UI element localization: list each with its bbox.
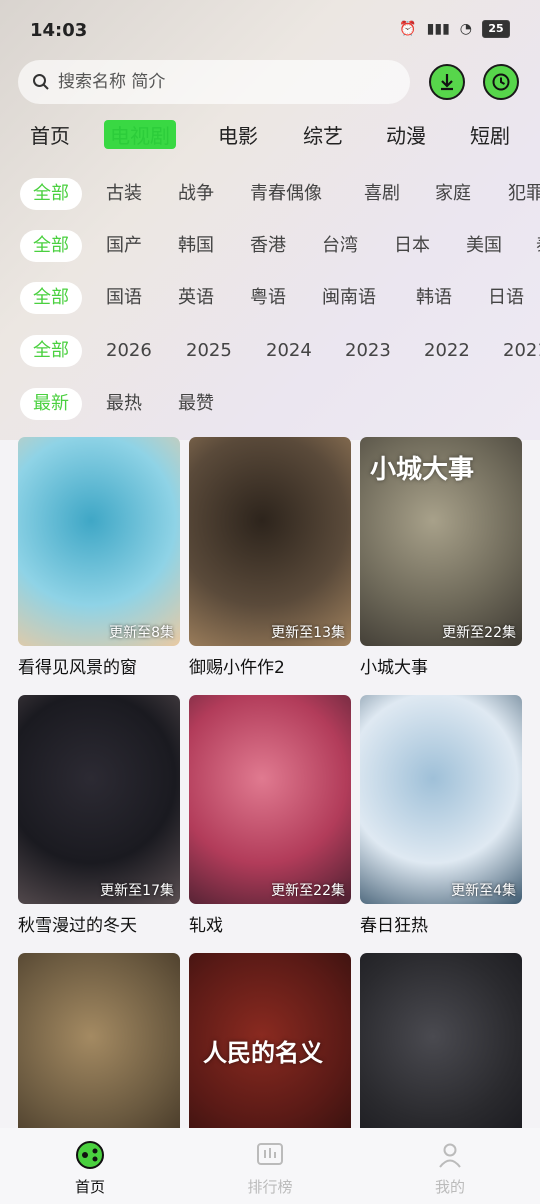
language-chip[interactable]: 英语 bbox=[178, 282, 214, 314]
language-chip[interactable]: 全部 bbox=[20, 282, 82, 314]
poster-title-art: 小城大事 bbox=[370, 455, 475, 485]
profile-icon bbox=[439, 1143, 461, 1168]
year-chip[interactable]: 2022 bbox=[424, 335, 470, 367]
alarm-icon: ⏰ bbox=[399, 21, 417, 37]
year-chip[interactable]: 2025 bbox=[186, 335, 232, 367]
signal-icon: ▮▮▮ bbox=[426, 21, 450, 37]
language-chip[interactable]: 日语 bbox=[488, 282, 524, 314]
region-chip[interactable]: 日本 bbox=[394, 230, 430, 262]
show-poster[interactable]: 小城大事 更新至22集 bbox=[360, 437, 522, 646]
status-icons: ⏰ ▮▮▮ ◔ 25 bbox=[399, 20, 510, 38]
tab-tv-series[interactable]: 电视剧 bbox=[104, 120, 176, 149]
show-card[interactable]: 更新至17集 秋雪漫过的冬天 bbox=[18, 695, 180, 936]
show-card[interactable]: 更新至22集 轧戏 bbox=[189, 695, 351, 936]
year-filter: 全部 2026 2025 2024 2023 2022 2021 bbox=[0, 331, 540, 371]
genre-chip[interactable]: 战争 bbox=[178, 178, 214, 210]
download-icon bbox=[441, 74, 453, 91]
status-bar: 14:03 ⏰ ▮▮▮ ◔ 25 bbox=[0, 0, 540, 60]
genre-chip[interactable]: 家庭 bbox=[435, 178, 471, 210]
show-card[interactable]: 更新至4集 春日狂热 bbox=[360, 695, 522, 936]
region-filter: 全部 国产 韩国 香港 台湾 日本 美国 泰 bbox=[0, 226, 540, 266]
region-chip[interactable]: 全部 bbox=[20, 230, 82, 262]
episode-badge: 更新至4集 bbox=[451, 883, 516, 899]
show-poster[interactable]: 更新至17集 bbox=[18, 695, 180, 904]
home-icon bbox=[76, 1141, 104, 1169]
year-chip[interactable]: 2021 bbox=[503, 335, 540, 367]
tab-movies[interactable]: 电影 bbox=[218, 120, 258, 149]
region-chip[interactable]: 香港 bbox=[250, 230, 286, 262]
show-card[interactable]: 更新至8集 看得见风景的窗 bbox=[18, 437, 180, 678]
show-title[interactable]: 小城大事 bbox=[360, 653, 522, 678]
show-poster[interactable]: 更新至22集 bbox=[189, 695, 351, 904]
year-chip[interactable]: 2023 bbox=[345, 335, 391, 367]
show-poster[interactable]: 更新至13集 bbox=[189, 437, 351, 646]
language-chip[interactable]: 国语 bbox=[106, 282, 142, 314]
tab-home[interactable]: 首页 bbox=[30, 120, 70, 149]
sort-chip[interactable]: 最热 bbox=[106, 388, 142, 420]
sort-chip[interactable]: 最赞 bbox=[178, 388, 214, 420]
nav-home[interactable]: 首页 bbox=[35, 1140, 145, 1197]
search-input[interactable] bbox=[56, 71, 380, 93]
search-icon bbox=[33, 74, 49, 90]
bottom-nav: 首页 排行榜 我的 bbox=[0, 1128, 540, 1204]
region-chip[interactable]: 韩国 bbox=[178, 230, 214, 262]
show-title[interactable]: 轧戏 bbox=[189, 911, 351, 936]
history-button[interactable] bbox=[483, 64, 519, 100]
genre-chip[interactable]: 喜剧 bbox=[364, 178, 400, 210]
show-title[interactable]: 看得见风景的窗 bbox=[18, 653, 180, 678]
wifi-icon: ◔ bbox=[459, 21, 472, 37]
nav-ranking[interactable]: 排行榜 bbox=[215, 1140, 325, 1197]
show-card[interactable]: 更新至13集 御赐小仵作2 bbox=[189, 437, 351, 678]
sort-chip[interactable]: 最新 bbox=[20, 388, 82, 420]
show-title[interactable]: 秋雪漫过的冬天 bbox=[18, 911, 180, 936]
year-chip[interactable]: 2024 bbox=[266, 335, 312, 367]
battery-icon: 25 bbox=[482, 20, 510, 38]
language-chip[interactable]: 粤语 bbox=[250, 282, 286, 314]
nav-label: 我的 bbox=[434, 1178, 465, 1196]
genre-chip[interactable]: 古装 bbox=[106, 178, 142, 210]
show-poster[interactable]: 更新至4集 bbox=[360, 695, 522, 904]
language-chip[interactable]: 韩语 bbox=[416, 282, 452, 314]
nav-label: 首页 bbox=[74, 1178, 105, 1196]
sort-filter: 最新 最热 最赞 bbox=[0, 384, 540, 424]
region-chip[interactable]: 国产 bbox=[106, 230, 142, 262]
search-bar[interactable] bbox=[18, 60, 410, 104]
tab-short-drama[interactable]: 短剧 bbox=[470, 120, 510, 149]
genre-chip[interactable]: 青春偶像 bbox=[250, 178, 322, 210]
show-card[interactable]: 小城大事 更新至22集 小城大事 bbox=[360, 437, 522, 678]
year-chip[interactable]: 全部 bbox=[20, 335, 82, 367]
language-filter: 全部 国语 英语 粤语 闽南语 韩语 日语 bbox=[0, 278, 540, 318]
year-chip[interactable]: 2026 bbox=[106, 335, 152, 367]
region-chip[interactable]: 美国 bbox=[466, 230, 502, 262]
tab-anime[interactable]: 动漫 bbox=[386, 120, 426, 149]
tab-variety[interactable]: 综艺 bbox=[303, 120, 343, 149]
region-chip[interactable]: 台湾 bbox=[322, 230, 358, 262]
region-chip[interactable]: 泰 bbox=[536, 230, 540, 262]
show-title[interactable]: 春日狂热 bbox=[360, 911, 522, 936]
ranking-icon bbox=[257, 1143, 283, 1165]
poster-title-art: 人民的名义 bbox=[203, 1038, 323, 1067]
category-tabs: 首页 电视剧 电影 综艺 动漫 短剧 bbox=[0, 112, 540, 158]
episode-badge: 更新至17集 bbox=[100, 883, 174, 899]
language-chip[interactable]: 闽南语 bbox=[322, 282, 376, 314]
genre-filter: 全部 古装 战争 青春偶像 喜剧 家庭 犯罪 bbox=[0, 174, 540, 214]
show-poster[interactable]: 更新至8集 bbox=[18, 437, 180, 646]
download-button[interactable] bbox=[429, 64, 465, 100]
nav-profile[interactable]: 我的 bbox=[395, 1140, 505, 1197]
show-title[interactable]: 御赐小仵作2 bbox=[189, 653, 351, 678]
episode-badge: 更新至13集 bbox=[271, 625, 345, 641]
genre-chip[interactable]: 犯罪 bbox=[508, 178, 540, 210]
history-icon bbox=[492, 73, 510, 91]
genre-chip[interactable]: 全部 bbox=[20, 178, 82, 210]
episode-badge: 更新至8集 bbox=[109, 625, 174, 641]
episode-badge: 更新至22集 bbox=[442, 625, 516, 641]
episode-badge: 更新至22集 bbox=[271, 883, 345, 899]
status-time: 14:03 bbox=[30, 20, 88, 41]
nav-label: 排行榜 bbox=[247, 1178, 293, 1196]
